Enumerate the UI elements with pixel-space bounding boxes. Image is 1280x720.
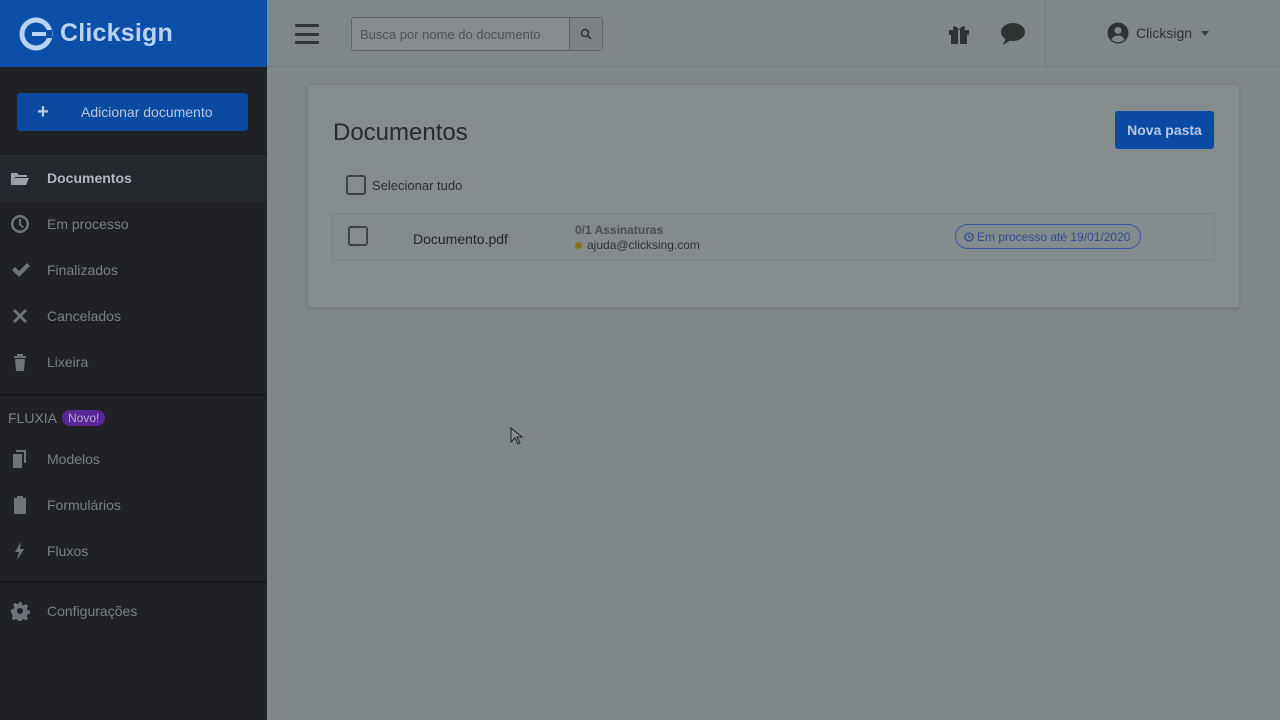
check-icon [0, 260, 47, 280]
sidebar-divider [0, 394, 267, 396]
sidebar-item-label: Fluxos [47, 543, 89, 559]
sidebar-item-finalizados[interactable]: Finalizados [0, 247, 267, 293]
brand-name: Clicksign [60, 19, 173, 47]
signer-email: ajuda@clicksing.com [587, 238, 700, 252]
clicksign-logo-icon [19, 17, 53, 50]
status-badge: Em processo até 19/01/2020 [955, 224, 1142, 249]
sidebar-item-label: Finalizados [47, 262, 118, 278]
documents-card: Documentos Nova pasta Selecionar tudo Do… [307, 84, 1240, 308]
page-title: Documentos [333, 119, 468, 146]
clock-icon [964, 231, 974, 242]
sidebar-item-em-processo[interactable]: Em processo [0, 201, 267, 247]
x-icon [0, 306, 47, 326]
sidebar-item-label: Em processo [47, 216, 129, 232]
sidebar-item-label: Modelos [47, 451, 100, 467]
add-document-button[interactable]: + Adicionar documento [17, 93, 248, 131]
copy-document-icon [0, 449, 47, 469]
sidebar: Clicksign + Adicionar documento Document… [0, 0, 267, 720]
search-box [351, 17, 603, 51]
sidebar-item-label: Cancelados [47, 308, 121, 324]
search-button[interactable] [569, 18, 602, 50]
select-all-checkbox[interactable] [346, 175, 366, 195]
sidebar-item-configuracoes[interactable]: Configurações [0, 588, 267, 634]
sidebar-item-documentos[interactable]: Documentos [0, 155, 267, 201]
row-checkbox[interactable] [348, 226, 368, 246]
sidebar-item-label: Configurações [47, 603, 138, 619]
folder-open-icon [0, 168, 47, 188]
bolt-icon [0, 541, 47, 561]
main-nav: Documentos Em processo Finalizados Cance… [0, 155, 267, 385]
user-avatar-icon [1107, 22, 1129, 44]
add-document-label: Adicionar documento [81, 104, 213, 120]
fluxia-nav: Modelos Formulários Fluxos [0, 436, 267, 574]
sidebar-item-label: Formulários [47, 497, 121, 513]
select-all-label: Selecionar tudo [372, 177, 463, 193]
menu-toggle-icon[interactable] [295, 24, 319, 44]
gear-icon [0, 601, 47, 621]
sidebar-item-fluxos[interactable]: Fluxos [0, 528, 267, 574]
sidebar-item-modelos[interactable]: Modelos [0, 436, 267, 482]
mouse-cursor-icon [510, 427, 523, 445]
gift-icon[interactable] [947, 22, 971, 46]
new-folder-button[interactable]: Nova pasta [1115, 111, 1214, 149]
brand-header: Clicksign [0, 0, 267, 67]
pending-dot-icon [575, 241, 582, 249]
sidebar-item-label: Lixeira [47, 354, 89, 370]
sidebar-item-formularios[interactable]: Formulários [0, 482, 267, 528]
user-name: Clicksign [1136, 25, 1193, 41]
search-icon [580, 28, 592, 40]
chevron-down-icon [1201, 30, 1210, 36]
search-input[interactable] [352, 18, 569, 50]
sidebar-item-label: Documentos [47, 170, 132, 186]
clock-icon [0, 214, 47, 234]
select-all[interactable]: Selecionar tudo [346, 175, 462, 195]
document-name[interactable]: Documento.pdf [413, 231, 508, 247]
new-badge: Novo! [62, 410, 106, 426]
topbar: Clicksign [267, 0, 1280, 67]
settings-nav: Configurações [0, 588, 267, 634]
user-menu[interactable]: Clicksign [1107, 22, 1210, 44]
sidebar-divider [0, 581, 267, 583]
plus-icon: + [37, 100, 49, 123]
table-row[interactable]: Documento.pdf 0/1 Assinaturas ajuda@clic… [332, 213, 1215, 261]
topbar-separator [1045, 0, 1046, 67]
clipboard-icon [0, 495, 47, 515]
fluxia-section-title: FLUXIA Novo! [8, 410, 106, 426]
signature-count: 0/1 Assinaturas [575, 223, 664, 237]
sidebar-item-cancelados[interactable]: Cancelados [0, 293, 267, 339]
sidebar-item-lixeira[interactable]: Lixeira [0, 339, 267, 385]
status-text: Em processo até 19/01/2020 [977, 229, 1131, 244]
trash-icon [0, 352, 47, 372]
fluxia-title: FLUXIA [8, 410, 58, 426]
chat-icon[interactable] [1000, 22, 1026, 46]
brand-logo[interactable]: Clicksign [18, 16, 173, 52]
signer: ajuda@clicksing.com [575, 238, 700, 252]
